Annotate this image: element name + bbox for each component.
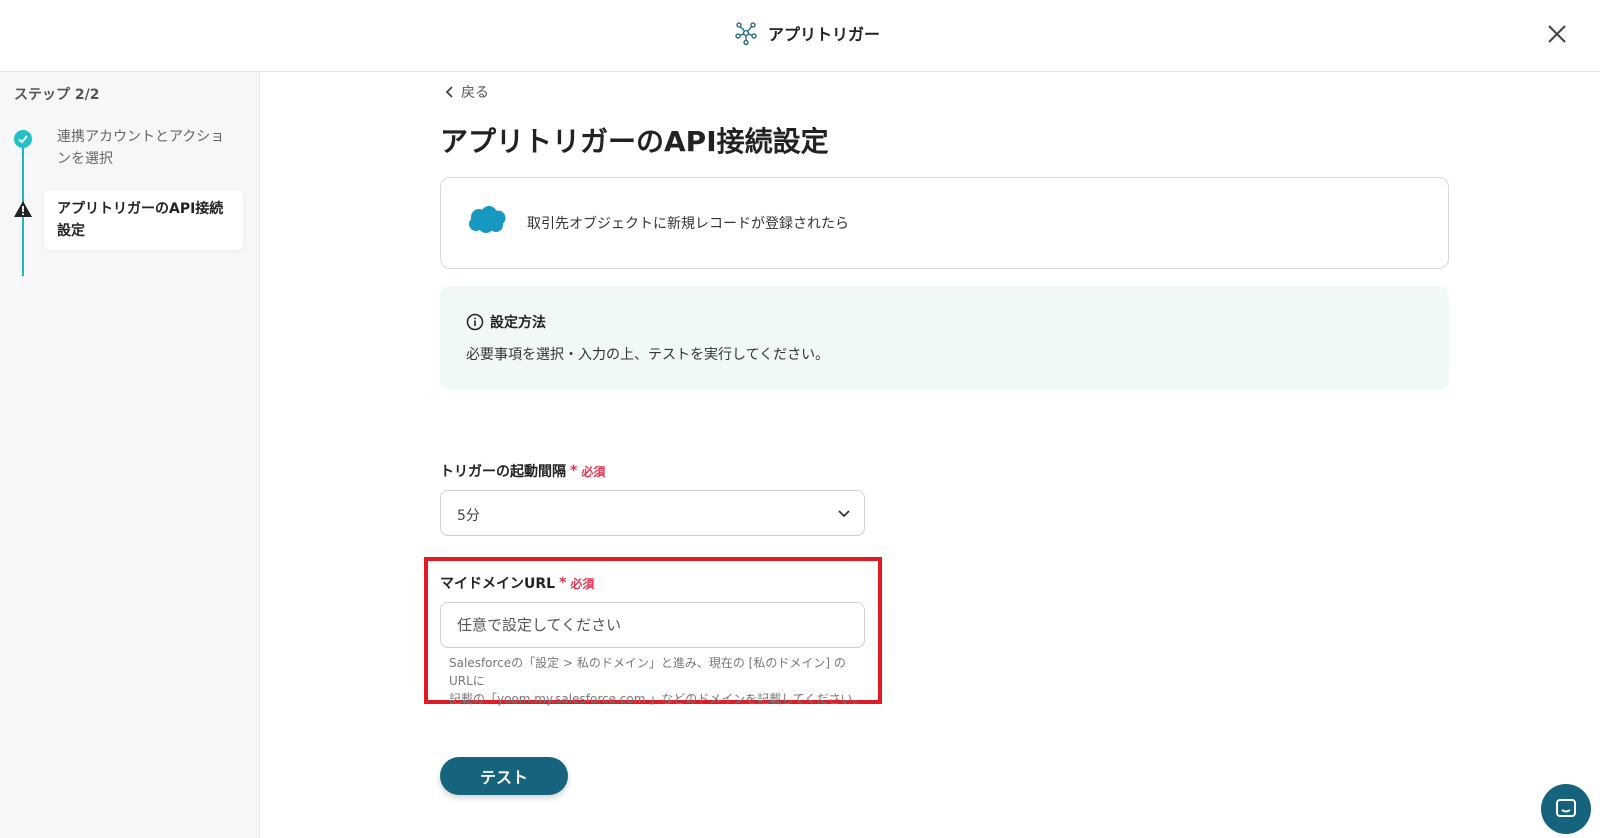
required-asterisk: * bbox=[559, 575, 567, 591]
step-counter: ステップ 2/2 bbox=[14, 87, 100, 103]
trigger-description: 取引先オブジェクトに新規レコードが登録されたら bbox=[527, 216, 849, 232]
my-domain-url-input[interactable] bbox=[440, 602, 865, 648]
chat-icon bbox=[1556, 799, 1576, 817]
close-button[interactable] bbox=[1543, 20, 1571, 48]
warning-icon bbox=[14, 201, 32, 217]
sidebar-step-select-action[interactable]: 連携アカウントとアクションを選択 bbox=[57, 126, 237, 170]
help-line-2: 記載の「yoom.my.salesforce.com 」などのドメインを記載して… bbox=[449, 692, 865, 706]
domain-field-label-group: マイドメインURL * 必須 bbox=[440, 573, 594, 593]
node-network-icon bbox=[735, 22, 757, 46]
header-title-group: アプリトリガー bbox=[734, 20, 880, 46]
required-badge: 必須 bbox=[570, 576, 595, 591]
setup-instructions-box: 設定方法 必要事項を選択・入力の上、テストを実行してください。 bbox=[440, 286, 1449, 390]
required-asterisk: * bbox=[570, 463, 578, 479]
select-value: 5分 bbox=[457, 508, 480, 524]
header-title: アプリトリガー bbox=[768, 25, 881, 44]
test-button[interactable]: テスト bbox=[440, 757, 568, 795]
close-icon bbox=[1548, 25, 1566, 43]
domain-field-label: マイドメインURL bbox=[440, 576, 556, 592]
chevron-left-icon bbox=[445, 86, 453, 98]
top-bar: アプリトリガー bbox=[0, 0, 1600, 72]
info-description: 必要事項を選択・入力の上、テストを実行してください。 bbox=[466, 347, 830, 363]
page-title: アプリトリガーのAPI接続設定 bbox=[440, 125, 829, 158]
sidebar-step-label: アプリトリガーのAPI接続設定 bbox=[57, 201, 224, 239]
back-link[interactable]: 戻る bbox=[445, 82, 489, 102]
interval-field-label: トリガーの起動間隔 bbox=[440, 464, 566, 480]
info-title-group: 設定方法 bbox=[466, 312, 546, 332]
help-line-1: Salesforceの「設定 > 私のドメイン」と進み、現在の [私のドメイン]… bbox=[449, 656, 846, 688]
check-circle-icon bbox=[14, 130, 32, 148]
trigger-interval-select[interactable]: 5分 bbox=[440, 490, 865, 536]
info-title: 設定方法 bbox=[490, 315, 546, 331]
salesforce-cloud-icon bbox=[469, 206, 506, 233]
chat-support-button[interactable] bbox=[1541, 784, 1591, 834]
step-sidebar: ステップ 2/2 連携アカウントとアクションを選択 アプリトリガーのAPI接続設… bbox=[0, 72, 260, 838]
chevron-down-icon bbox=[838, 510, 850, 518]
back-label: 戻る bbox=[461, 85, 489, 101]
interval-field-label-group: トリガーの起動間隔 * 必須 bbox=[440, 461, 605, 481]
trigger-summary-card: 取引先オブジェクトに新規レコードが登録されたら bbox=[440, 177, 1449, 269]
domain-field-help: Salesforceの「設定 > 私のドメイン」と進み、現在の [私のドメイン]… bbox=[449, 654, 869, 708]
sidebar-step-api-settings[interactable]: アプリトリガーのAPI接続設定 bbox=[44, 190, 243, 250]
required-badge: 必須 bbox=[581, 464, 606, 479]
info-icon bbox=[466, 313, 484, 331]
